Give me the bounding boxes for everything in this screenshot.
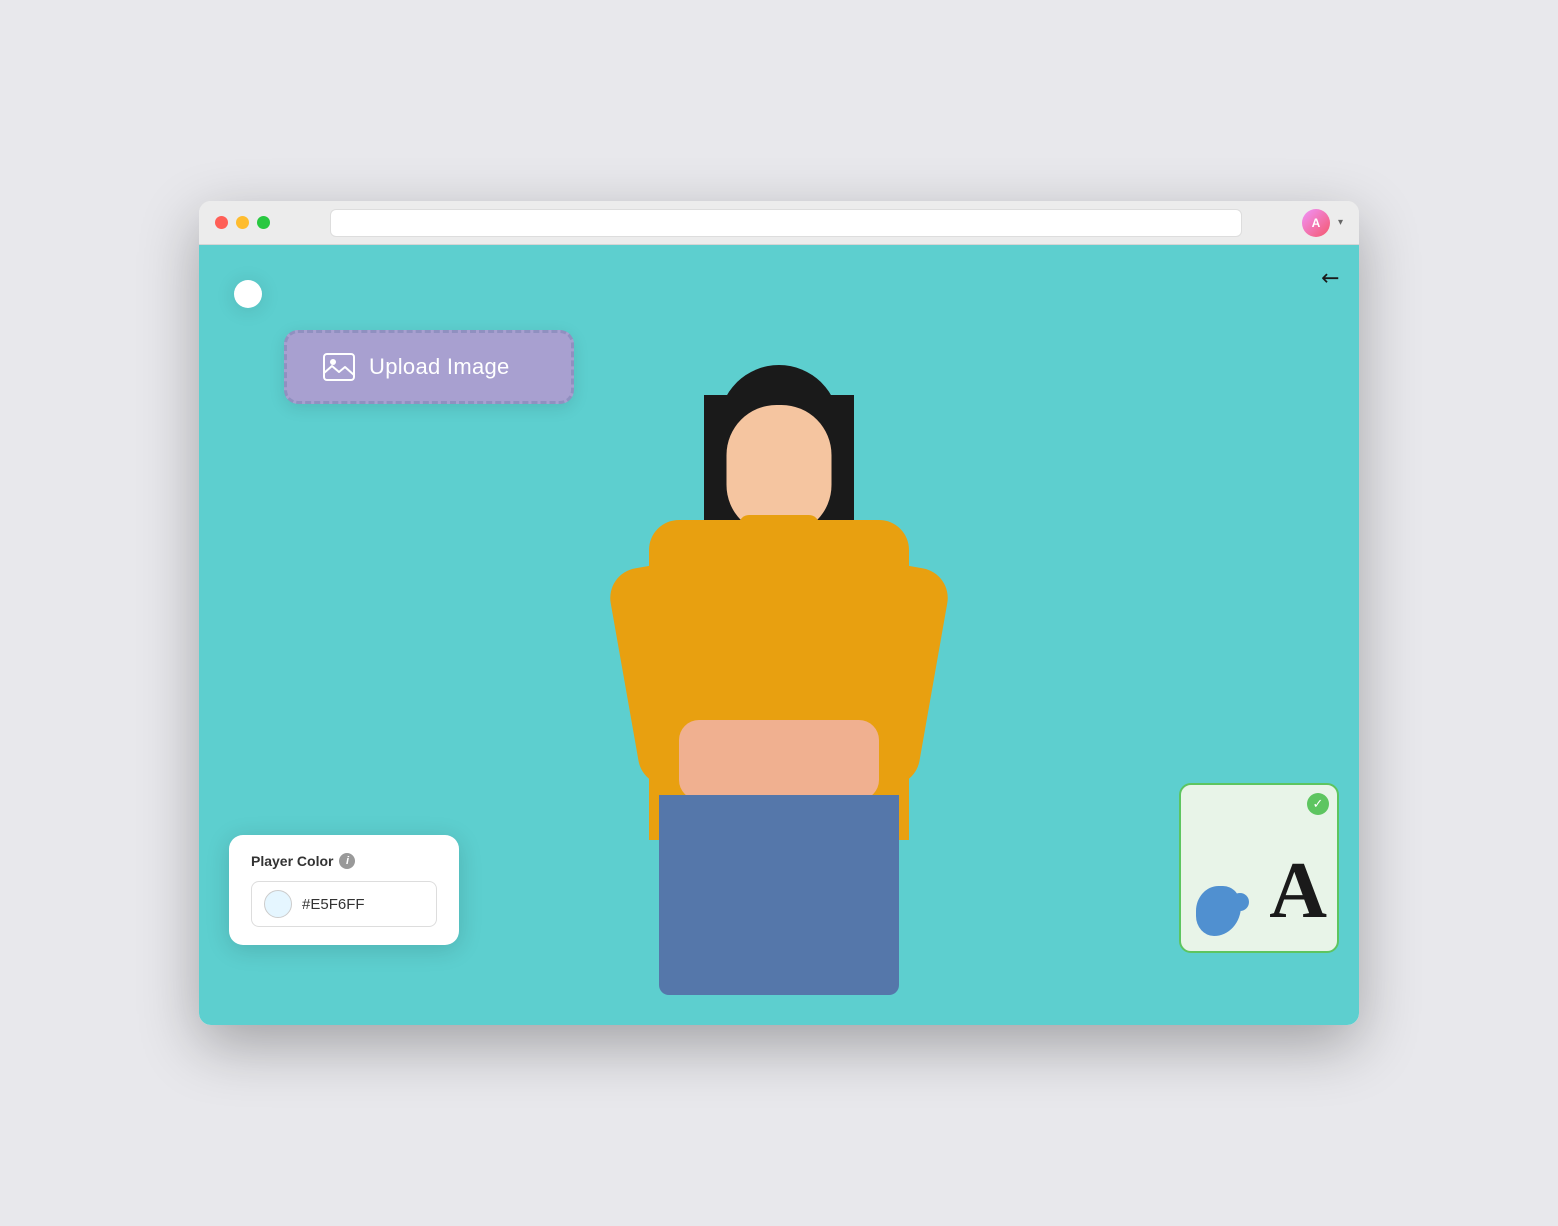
cursor-icon: ↖	[1314, 262, 1345, 293]
person-figure	[589, 365, 969, 945]
browser-titlebar: A ▾	[199, 201, 1359, 245]
player-color-panel: Player Color i #E5F6FF	[229, 835, 459, 945]
jeans	[659, 795, 899, 995]
close-button[interactable]	[215, 216, 228, 229]
browser-window: A ▾ ↖	[199, 201, 1359, 1025]
brand-letter: A	[1269, 851, 1327, 931]
video-container: ↖ Upload Image	[199, 245, 1359, 1025]
color-input-row[interactable]: #E5F6FF	[251, 881, 437, 927]
url-bar[interactable]	[330, 209, 1242, 237]
traffic-lights	[215, 216, 270, 229]
brand-card[interactable]: ✓ A	[1179, 783, 1339, 953]
upload-image-button[interactable]: Upload Image	[284, 330, 574, 404]
player-color-label: Player Color i	[251, 853, 437, 869]
image-icon	[323, 351, 355, 383]
browser-content: ↖ Upload Image	[199, 245, 1359, 1025]
upload-image-label: Upload Image	[369, 354, 510, 380]
color-hex-value: #E5F6FF	[302, 896, 365, 913]
brand-dot	[1231, 893, 1249, 911]
hands-area	[679, 720, 879, 800]
upload-button-wrapper: Upload Image	[234, 280, 262, 308]
info-icon: i	[339, 853, 355, 869]
chevron-down-icon: ▾	[1338, 217, 1343, 228]
video-background: ↖ Upload Image	[199, 245, 1359, 1025]
minimize-button[interactable]	[236, 216, 249, 229]
avatar[interactable]: A	[1302, 209, 1330, 237]
maximize-button[interactable]	[257, 216, 270, 229]
color-swatch[interactable]	[264, 890, 292, 918]
brand-card-checkmark: ✓	[1307, 793, 1329, 815]
